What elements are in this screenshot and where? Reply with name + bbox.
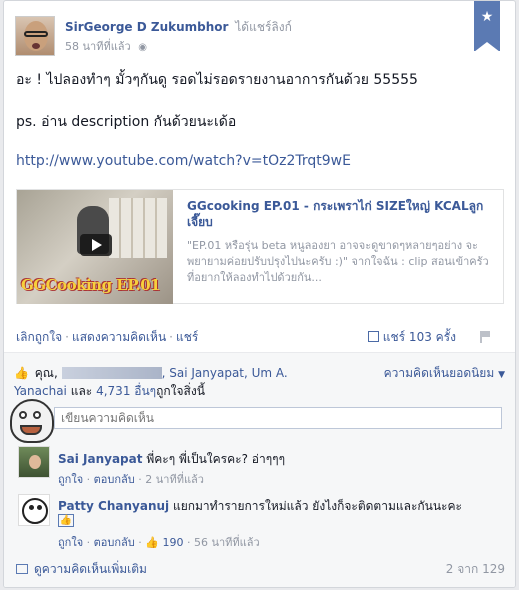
comment-actions: ถูกใจ · ตอบกลับ · 👍 190 · 56 นาทีที่แล้ว bbox=[58, 536, 260, 549]
post-link[interactable]: http://www.youtube.com/watch?v=tOz2Trqt9… bbox=[16, 152, 351, 170]
likes-summary: 👍 คุณ, , Sai Janyapat, Um A. Yanachai แล… bbox=[14, 366, 288, 398]
comment-time[interactable]: 2 นาทีที่แล้ว bbox=[145, 473, 204, 486]
comment-avatar[interactable] bbox=[18, 446, 50, 478]
story-actions: เลิกถูกใจ · แสดงความคิดเห็น · แชร์ bbox=[16, 330, 199, 344]
author-name[interactable]: SirGeorge D Zukumbhor bbox=[65, 20, 228, 34]
comment-like-link[interactable]: ถูกใจ bbox=[58, 536, 83, 549]
share-count-label: แชร์ 103 ครั้ง bbox=[382, 330, 456, 344]
comment-avatar[interactable] bbox=[18, 494, 50, 526]
post-text-line1: อะ ! ไปลองทำๆ มั้วๆกันดู รอดไม่รอดรายงาน… bbox=[16, 72, 418, 88]
comment-text: แยกมาทำรายการใหม่แล้ว ยังไงก็จะติดตามและ… bbox=[172, 499, 462, 513]
comment-reply-link[interactable]: ตอบกลับ bbox=[94, 473, 135, 486]
video-thumbnail[interactable]: GGCooking EP.01 bbox=[17, 190, 173, 304]
comment-reply-link[interactable]: ตอบกลับ bbox=[94, 536, 135, 549]
story-meta: 58 นาทีที่แล้ว ◉ bbox=[65, 37, 147, 55]
thumbs-up-icon: 👍 bbox=[58, 514, 74, 527]
comment-link[interactable]: แสดงความคิดเห็น bbox=[72, 330, 166, 344]
star-icon: ★ bbox=[480, 9, 494, 25]
story-action: ได้แชร์ลิงก์ bbox=[235, 20, 292, 34]
comment-text: พี่คะๆ พี่เป็นใครคะ? อ่าๆๆๆ bbox=[146, 452, 286, 466]
share-icon bbox=[367, 331, 379, 342]
share-count[interactable]: แชร์ 103 ครั้ง bbox=[367, 328, 456, 347]
comment-body: Sai Janyapat พี่คะๆ พี่เป็นใครคะ? อ่าๆๆๆ bbox=[58, 450, 285, 469]
globe-icon[interactable]: ◉ bbox=[138, 42, 147, 53]
shared-link-title[interactable]: GGcooking EP.01 - กระเพราไก่ SIZEใหญ่ KC… bbox=[187, 198, 495, 230]
comment-body: Patty Chanyanuj แยกมาทำรายการใหม่แล้ว ยั… bbox=[58, 497, 462, 516]
comment-input[interactable] bbox=[54, 407, 502, 429]
thumbs-up-icon: 👍 bbox=[145, 536, 159, 549]
comment-bubble-icon bbox=[16, 564, 28, 574]
bookmark-ribbon[interactable]: ★ bbox=[474, 1, 500, 52]
thumbs-up-icon: 👍 bbox=[14, 366, 29, 380]
flag-icon[interactable] bbox=[480, 331, 490, 343]
comment-author[interactable]: Patty Chanyanuj bbox=[58, 499, 169, 513]
share-link[interactable]: แชร์ bbox=[176, 330, 198, 344]
shared-link-description: "EP.01 หรือรุ่น beta หนูลองยา อาจจะดูขาด… bbox=[187, 239, 489, 284]
shared-link-card[interactable]: GGCooking EP.01 GGcooking EP.01 - กระเพร… bbox=[16, 189, 504, 304]
unlike-link[interactable]: เลิกถูกใจ bbox=[16, 330, 62, 344]
comment-like-link[interactable]: ถูกใจ bbox=[58, 473, 83, 486]
redacted-name bbox=[61, 367, 162, 379]
play-icon[interactable] bbox=[80, 234, 112, 256]
timestamp[interactable]: 58 นาทีที่แล้ว bbox=[65, 40, 131, 53]
post-text-line2: ps. อ่าน description กันด้วยนะเด้อ bbox=[16, 114, 237, 130]
comment-author[interactable]: Sai Janyapat bbox=[58, 452, 142, 466]
view-more-comments[interactable]: ดูความคิดเห็นเพิ่มเติม bbox=[16, 560, 147, 579]
current-user-avatar bbox=[10, 399, 54, 443]
story-header: SirGeorge D Zukumbhor ได้แชร์ลิงก์ bbox=[65, 18, 292, 37]
comment-sort-dropdown[interactable]: ความคิดเห็นยอดนิยม ▼ bbox=[384, 364, 505, 383]
comment-pager: 2 จาก 129 bbox=[445, 562, 505, 576]
other-likers-link[interactable]: 4,731 อื่นๆ bbox=[96, 384, 156, 398]
comment-like-count[interactable]: 👍 190 bbox=[145, 536, 183, 549]
author-avatar[interactable] bbox=[15, 16, 55, 56]
thumbnail-title: GGCooking EP.01 bbox=[21, 276, 161, 294]
caret-down-icon: ▼ bbox=[498, 370, 505, 380]
comment-time[interactable]: 56 นาทีที่แล้ว bbox=[194, 536, 260, 549]
comment-actions: ถูกใจ · ตอบกลับ · 2 นาทีที่แล้ว bbox=[58, 473, 204, 486]
